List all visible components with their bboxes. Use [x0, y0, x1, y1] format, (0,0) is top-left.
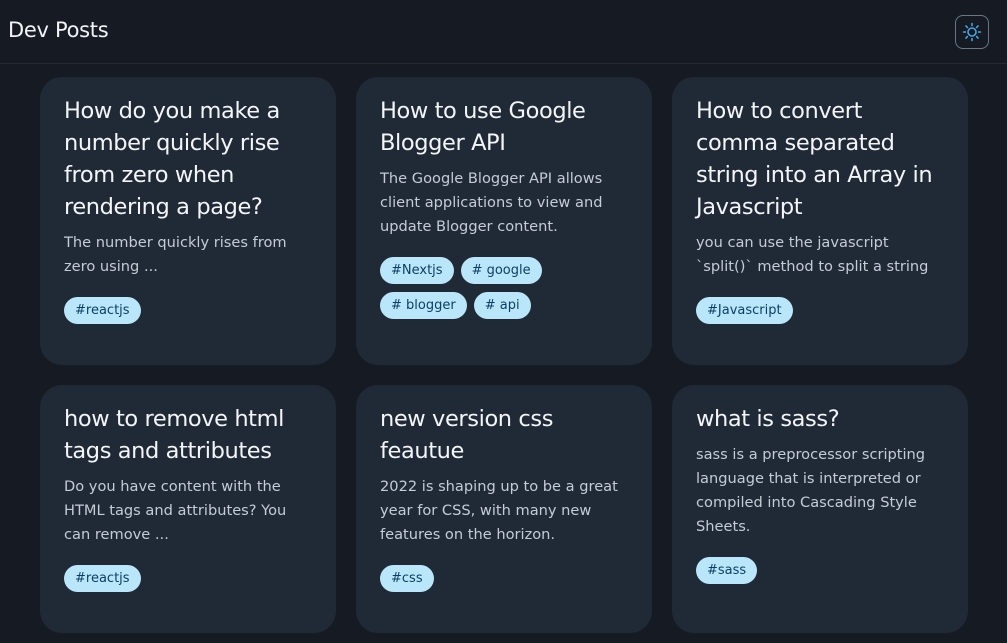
post-title[interactable]: how to remove html tags and attributes	[64, 403, 312, 467]
tag-chip[interactable]: # google	[460, 257, 542, 284]
post-description: The number quickly rises from zero using…	[64, 234, 287, 275]
post-card[interactable]: what is sass? sass is a preprocessor scr…	[672, 385, 968, 633]
tag-list: #sass	[696, 557, 944, 584]
post-title[interactable]: new version css feautue	[380, 403, 628, 467]
post-card[interactable]: How to use Google Blogger API The Google…	[356, 77, 652, 365]
tag-list: #reactjs	[64, 297, 312, 324]
tag-chip[interactable]: #reactjs	[64, 297, 141, 324]
top-bar: Dev Posts	[0, 0, 1007, 64]
posts-grid: How do you make a number quickly rise fr…	[40, 77, 968, 633]
post-title[interactable]: what is sass?	[696, 403, 944, 435]
tag-chip[interactable]: #sass	[696, 557, 758, 584]
tag-chip[interactable]: #reactjs	[64, 565, 141, 592]
post-description: Do you have content with the HTML tags a…	[64, 478, 287, 543]
post-description: 2022 is shaping up to be a great year fo…	[380, 478, 618, 543]
sun-icon	[962, 22, 982, 42]
theme-toggle-button[interactable]	[955, 15, 989, 49]
post-card[interactable]: new version css feautue 2022 is shaping …	[356, 385, 652, 633]
tag-chip[interactable]: # api	[473, 292, 531, 319]
tag-chip[interactable]: #Nextjs	[380, 257, 454, 284]
tag-list: #Nextjs # google # blogger # api	[380, 257, 628, 319]
tag-chip[interactable]: # blogger	[380, 292, 467, 319]
post-card[interactable]: how to remove html tags and attributes D…	[40, 385, 336, 633]
site-title[interactable]: Dev Posts	[8, 18, 109, 42]
tag-list: #css	[380, 565, 628, 592]
tag-chip[interactable]: #Javascript	[696, 297, 793, 324]
post-description: sass is a preprocessor scripting languag…	[696, 446, 926, 535]
tag-chip[interactable]: #css	[380, 565, 434, 592]
post-title[interactable]: How to use Google Blogger API	[380, 95, 628, 159]
tag-list: #reactjs	[64, 565, 312, 592]
post-description: The Google Blogger API allows client app…	[380, 170, 603, 235]
post-description: you can use the javascript `split()` met…	[696, 234, 929, 275]
post-card[interactable]: How to convert comma separated string in…	[672, 77, 968, 365]
post-title[interactable]: How do you make a number quickly rise fr…	[64, 95, 312, 223]
tag-list: #Javascript	[696, 297, 944, 324]
post-title[interactable]: How to convert comma separated string in…	[696, 95, 944, 223]
post-card[interactable]: How do you make a number quickly rise fr…	[40, 77, 336, 365]
